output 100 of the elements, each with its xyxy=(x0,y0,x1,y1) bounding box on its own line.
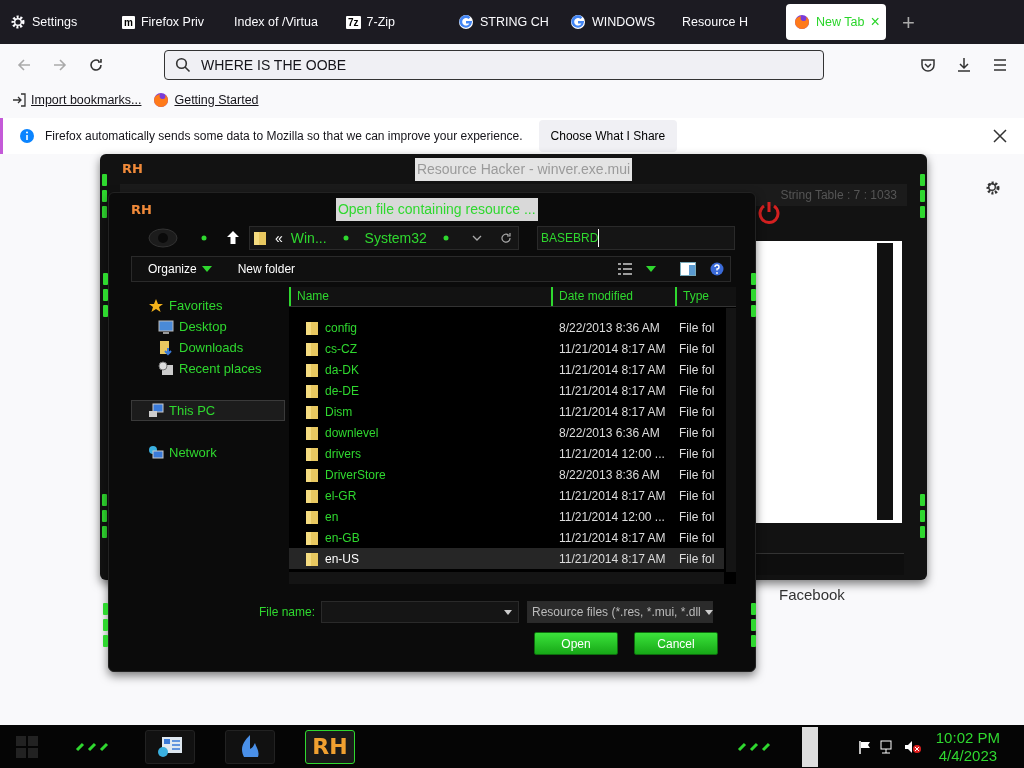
file-row[interactable]: drivers 11/21/2014 12:00 ... File fol xyxy=(289,443,724,464)
site-logo-icon: m xyxy=(122,15,135,29)
caret-icon xyxy=(704,609,713,615)
dot-icon xyxy=(442,235,449,241)
import-icon xyxy=(12,93,26,107)
document-icon xyxy=(158,360,174,377)
taskbar-app[interactable] xyxy=(225,729,275,764)
dot-icon xyxy=(342,235,349,241)
search-icon xyxy=(175,57,191,73)
filter-dropdown[interactable]: Resource files (*.res, *.mui, *.dll xyxy=(527,601,714,623)
caret-icon[interactable] xyxy=(646,266,656,272)
folder-icon xyxy=(305,529,319,546)
nav-item[interactable]: Favorites xyxy=(131,295,285,316)
folder-icon xyxy=(253,230,267,246)
new-tab-button[interactable]: + xyxy=(896,4,921,40)
nav-item[interactable]: Recent places xyxy=(131,358,285,379)
browser-tab[interactable]: STRING CH xyxy=(450,4,560,40)
browser-tab[interactable]: Index of /Virtua xyxy=(226,4,336,40)
column-header[interactable]: Date modified xyxy=(551,287,663,306)
field-label: File name: xyxy=(259,604,316,621)
help-icon[interactable] xyxy=(710,262,724,276)
pocket-icon[interactable] xyxy=(920,57,936,73)
google-icon xyxy=(458,14,474,30)
file-row[interactable]: DriverStore 8/22/2013 8:36 AM File fol xyxy=(289,464,724,485)
flag-icon[interactable] xyxy=(857,739,872,754)
menu-icon[interactable] xyxy=(992,57,1008,73)
close-icon[interactable] xyxy=(992,128,1008,144)
folder-icon xyxy=(158,339,174,356)
file-row[interactable]: de-DE 11/21/2014 8:17 AM File fol xyxy=(289,380,724,401)
folder-icon xyxy=(305,403,319,420)
info-icon xyxy=(19,128,35,144)
led-strip xyxy=(102,494,107,538)
app-logo: RH xyxy=(131,200,152,219)
folder-icon xyxy=(305,361,319,378)
browser-tab[interactable]: Settings xyxy=(2,4,112,40)
refresh-icon[interactable] xyxy=(500,232,512,244)
caret-icon xyxy=(201,266,212,272)
browser-tab[interactable]: WINDOWS xyxy=(562,4,672,40)
choose-button[interactable]: Choose What I Share xyxy=(538,120,678,152)
file-row[interactable]: da-DK 11/21/2014 8:17 AM File fol xyxy=(289,359,724,380)
file-row[interactable]: en-US 11/21/2014 8:17 AM File fol xyxy=(289,548,724,569)
notification-text: Firefox automatically sends some data to Mozilla so that we can improve your experience. xyxy=(45,128,523,145)
view-icon[interactable] xyxy=(618,263,632,275)
page-text: Facebook xyxy=(779,585,845,605)
address-bar[interactable]: « Win... System32 xyxy=(249,226,519,250)
new-folder-button[interactable]: New folder xyxy=(237,260,296,278)
file-row[interactable]: downlevel 8/22/2013 6:36 AM File fol xyxy=(289,422,724,443)
file-row[interactable]: en 11/21/2014 12:00 ... File fol xyxy=(289,506,724,527)
folder-icon xyxy=(305,487,319,504)
chevron-icon[interactable] xyxy=(472,233,482,243)
column-header[interactable]: Name xyxy=(289,287,539,306)
nav-item[interactable]: Downloads xyxy=(131,337,285,358)
file-name-field[interactable] xyxy=(321,601,520,623)
window-title: Resource Hacker - winver.exe.mui xyxy=(414,157,633,181)
folder-icon xyxy=(305,508,319,525)
control-panel-icon xyxy=(156,734,184,759)
clock-date[interactable]: 4/4/2023 xyxy=(935,746,1000,765)
taskbar-app[interactable] xyxy=(145,729,195,764)
status-text: String Table : 7 : 1033 xyxy=(780,187,897,204)
scrollbar[interactable] xyxy=(726,308,736,572)
scrollbar[interactable] xyxy=(801,726,818,767)
nav-item[interactable]: This PC xyxy=(131,400,285,421)
up-icon[interactable] xyxy=(225,230,241,246)
clock-time[interactable]: 10:02 PM xyxy=(935,728,1000,747)
nav-item[interactable]: Network xyxy=(131,442,285,463)
folder-icon xyxy=(305,445,319,462)
file-row[interactable]: Dism 11/21/2014 8:17 AM File fol xyxy=(289,401,724,422)
file-row[interactable]: en-GB 11/21/2014 8:17 AM File fol xyxy=(289,527,724,548)
power-icon[interactable] xyxy=(756,200,782,226)
bookmark-link[interactable]: Getting Started xyxy=(153,90,259,110)
folder-icon xyxy=(305,319,319,336)
folder-icon xyxy=(305,382,319,399)
led-strip xyxy=(920,494,925,538)
preview-pane-icon[interactable] xyxy=(680,262,696,276)
google-icon xyxy=(570,14,586,30)
browser-tab[interactable]: m Firefox Priv xyxy=(114,4,224,40)
dialog-title: Open file containing resource ... xyxy=(335,198,538,221)
breadcrumb-item[interactable]: System32 xyxy=(364,227,427,249)
file-row[interactable]: config 8/22/2013 8:36 AM File fol xyxy=(289,317,724,338)
search-field[interactable]: BASEBRD xyxy=(537,226,735,250)
nav-item[interactable]: Desktop xyxy=(131,316,285,337)
file-row[interactable]: cs-CZ 11/21/2014 8:17 AM File fol xyxy=(289,338,724,359)
firefox-icon xyxy=(153,92,170,108)
browser-tab[interactable]: 7z 7-Zip xyxy=(338,4,448,40)
browser-tab[interactable]: Resource H xyxy=(674,4,784,40)
settings-icon xyxy=(10,14,26,30)
taskbar-app[interactable]: RH xyxy=(305,729,355,764)
column-header[interactable]: Type xyxy=(675,287,715,306)
file-row[interactable]: el-GR 11/21/2014 8:17 AM File fol xyxy=(289,485,724,506)
volume-muted-icon[interactable] xyxy=(903,739,922,754)
download-icon[interactable] xyxy=(956,57,972,73)
folder-icon xyxy=(305,466,319,483)
bookmark-link[interactable]: Import bookmarks... xyxy=(12,90,142,110)
breadcrumb-item[interactable]: Win... xyxy=(290,227,327,249)
organize-button[interactable]: Organize xyxy=(148,260,212,278)
computer-icon xyxy=(148,444,164,461)
reload-icon[interactable] xyxy=(88,57,104,73)
led-strip xyxy=(103,273,108,317)
scrollbar[interactable] xyxy=(877,243,893,520)
address-bar[interactable]: WHERE IS THE OOBE xyxy=(164,50,824,80)
